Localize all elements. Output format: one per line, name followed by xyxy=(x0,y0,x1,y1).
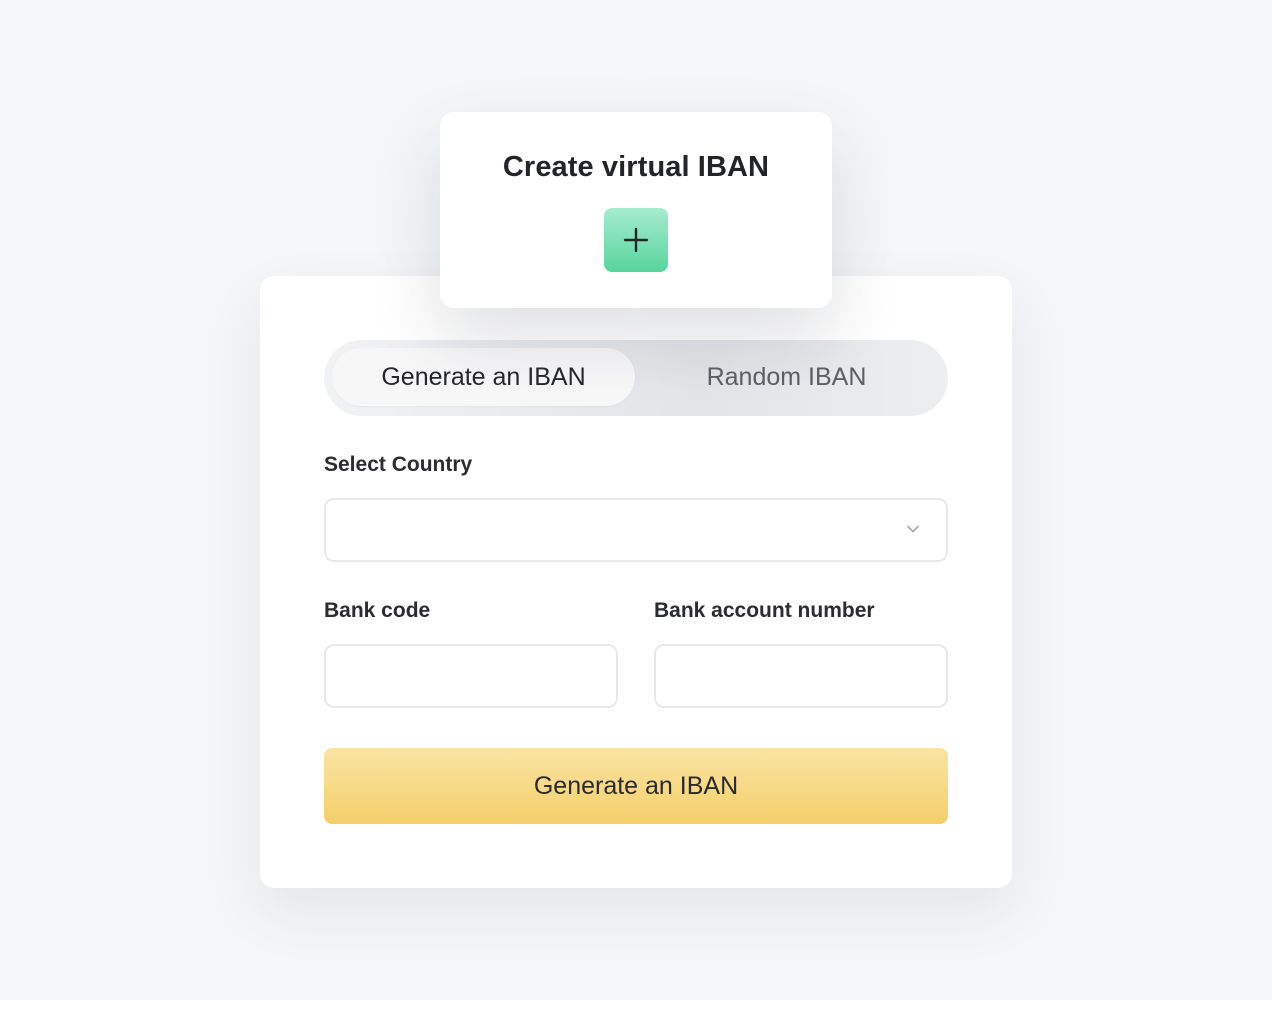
iban-mode-toggle: Generate an IBAN Random IBAN xyxy=(324,340,948,416)
bank-code-input[interactable] xyxy=(324,644,618,708)
bank-code-label: Bank code xyxy=(324,599,431,622)
create-virtual-iban-card: Create virtual IBAN xyxy=(440,112,832,308)
page-background: Generate an IBAN Random IBAN Select Coun… xyxy=(0,0,1272,1000)
chevron-down-icon xyxy=(907,525,919,533)
generate-iban-button[interactable]: Generate an IBAN xyxy=(324,748,948,824)
tab-random-iban[interactable]: Random IBAN xyxy=(635,348,938,406)
plus-icon xyxy=(623,227,649,253)
create-virtual-iban-title: Create virtual IBAN xyxy=(502,151,770,183)
bank-account-number-label: Bank account number xyxy=(654,599,875,622)
tab-generate-iban[interactable]: Generate an IBAN xyxy=(332,348,635,406)
select-country-label: Select Country xyxy=(324,453,473,476)
iban-form-card: Generate an IBAN Random IBAN Select Coun… xyxy=(260,276,1012,888)
country-select[interactable] xyxy=(324,498,948,562)
add-iban-button[interactable] xyxy=(604,208,668,272)
bank-account-number-input[interactable] xyxy=(654,644,948,708)
